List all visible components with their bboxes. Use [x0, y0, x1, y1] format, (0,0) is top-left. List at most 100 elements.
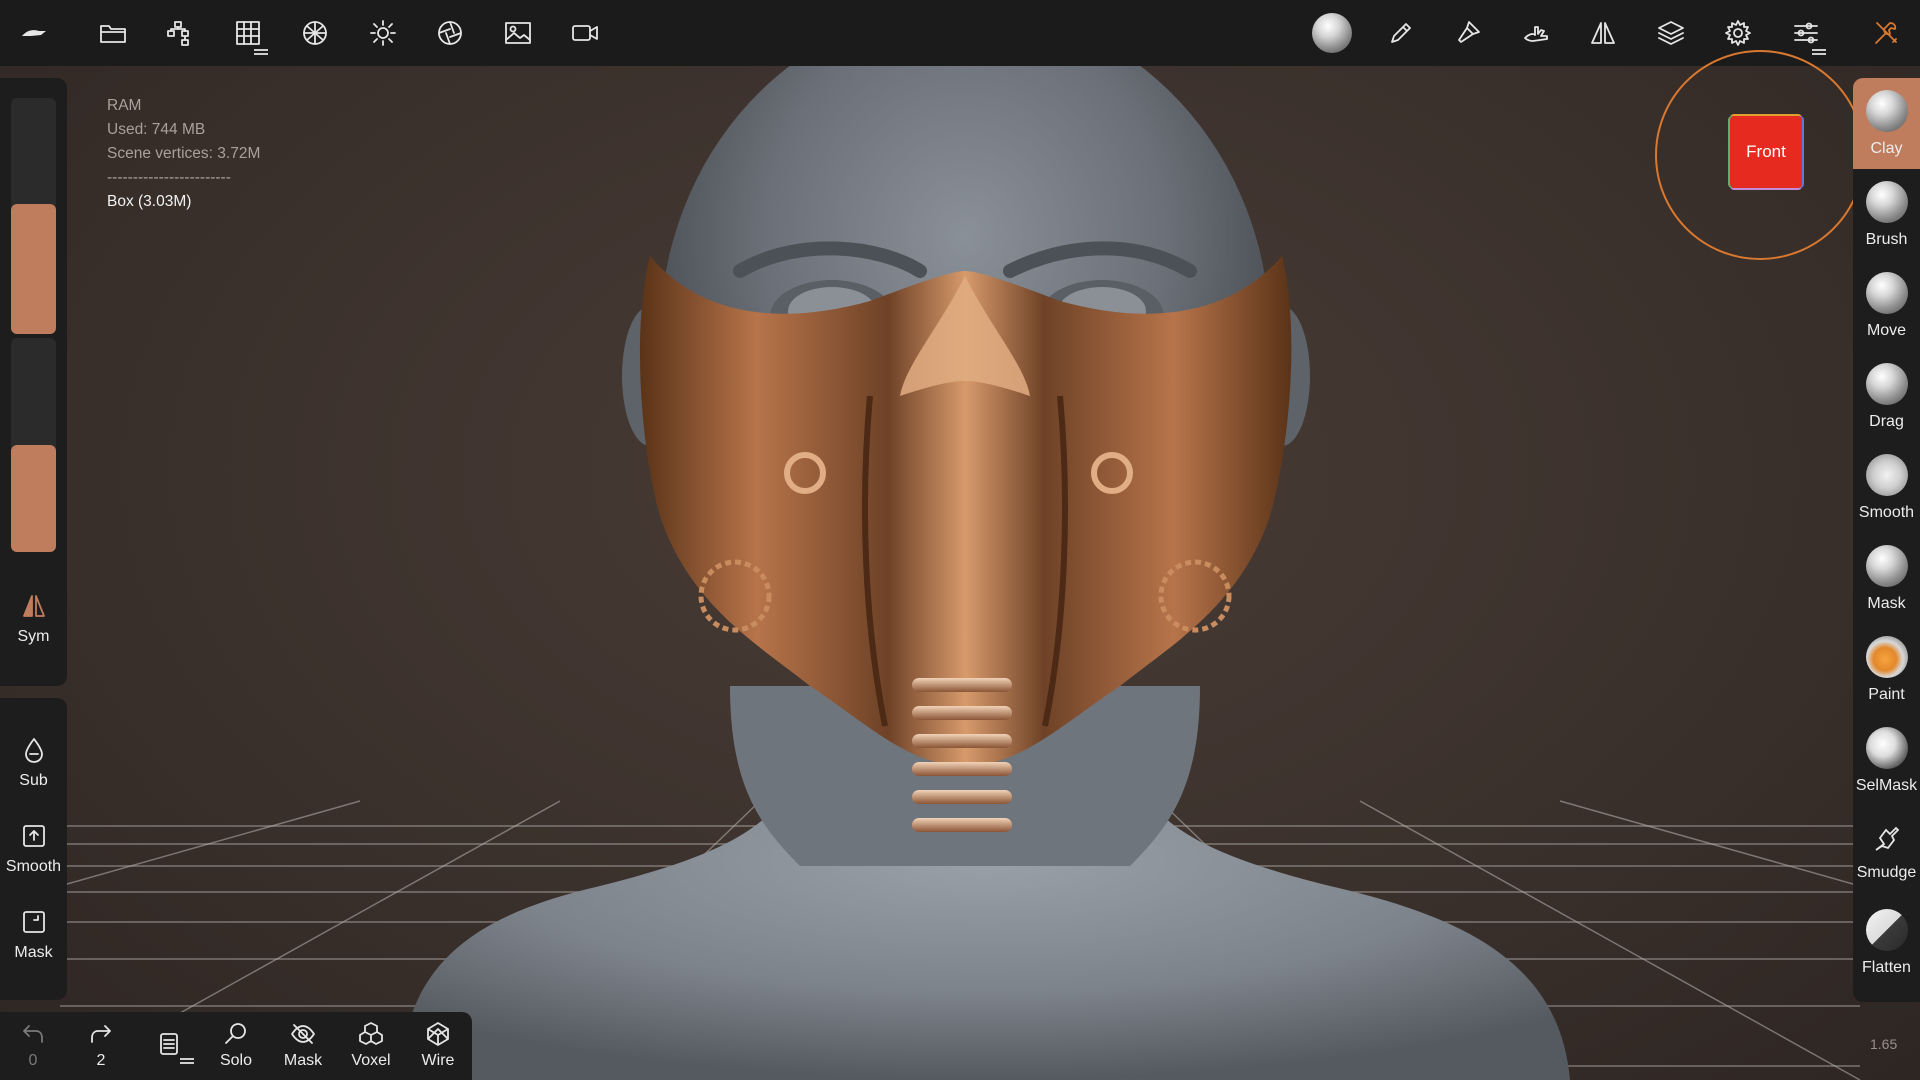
mask-toggle-button[interactable]: Mask — [0, 908, 67, 962]
zoom-readout: 1.65 — [1870, 1036, 1898, 1052]
pencil-stroke-icon[interactable] — [1379, 11, 1423, 55]
painter-icon[interactable] — [1446, 11, 1490, 55]
menu-indicator — [254, 53, 268, 55]
solo-button[interactable]: Solo — [205, 1020, 267, 1070]
wire-button[interactable]: Wire — [407, 1020, 469, 1070]
sliders-icon[interactable] — [1784, 11, 1828, 55]
grid-topology-icon[interactable] — [226, 11, 270, 55]
matcap-sphere-icon[interactable] — [1310, 11, 1354, 55]
symmetry-icon — [22, 595, 45, 617]
right-tool-panel: Clay Brush Move Drag Smooth Mask Paint S… — [1853, 78, 1920, 1002]
tool-smudge[interactable]: Smudge — [1853, 806, 1920, 897]
tool-smooth[interactable]: Smooth — [1853, 442, 1920, 533]
eye-off-icon — [291, 1024, 315, 1044]
camera-shutter-icon[interactable] — [428, 11, 472, 55]
tool-mask[interactable]: Mask — [1853, 533, 1920, 624]
folder-icon[interactable] — [91, 11, 135, 55]
image-icon[interactable] — [496, 11, 540, 55]
tool-flatten[interactable]: Flatten — [1853, 897, 1920, 988]
tool-clay-label: Clay — [1870, 140, 1903, 157]
left-tools-panel: Sub Smooth Mask — [0, 698, 67, 1000]
tool-mask-label: Mask — [1867, 595, 1906, 612]
mask-toggle-label: Mask — [14, 944, 53, 961]
paint-brush-icon — [1865, 636, 1908, 678]
drag-brush-icon — [1865, 363, 1908, 405]
stats-active-object: Box (3.03M) — [107, 193, 192, 210]
undo-icon — [23, 1025, 43, 1043]
tool-paint[interactable]: Paint — [1853, 624, 1920, 715]
voxel-label: Voxel — [351, 1052, 391, 1069]
redo-button[interactable]: 2 — [70, 1020, 132, 1070]
smooth-brush-icon — [1865, 454, 1908, 496]
search-icon — [225, 1023, 246, 1044]
move-brush-icon — [1865, 272, 1908, 314]
front-view-button[interactable]: Front — [1730, 116, 1802, 188]
wire-label: Wire — [421, 1052, 455, 1069]
tool-flatten-label: Flatten — [1862, 959, 1911, 976]
tool-brush[interactable]: Brush — [1853, 169, 1920, 260]
mask-brush-icon — [1865, 545, 1908, 587]
tool-smooth-label: Smooth — [1858, 504, 1915, 521]
voxel-button[interactable]: Voxel — [340, 1020, 402, 1070]
stats-title: RAM — [107, 97, 142, 114]
bottom-toolbar: 0 2 Solo Mask Voxel Wire — [0, 1012, 472, 1080]
hide-mask-label: Mask — [283, 1052, 323, 1069]
scene-render — [59, 66, 1861, 1080]
tools-icon[interactable] — [1864, 11, 1908, 55]
radius-slider-fill — [11, 204, 56, 334]
tool-brush-label: Brush — [1865, 231, 1908, 248]
stats-scene-vertices: Scene vertices: 3.72M — [107, 145, 261, 162]
wireframe-sphere-icon — [427, 1022, 449, 1046]
stats-separator: ------------------------ — [107, 169, 231, 186]
undo-count: 0 — [28, 1052, 38, 1069]
sculpt-viewport[interactable] — [0, 66, 1920, 1080]
cubes-icon — [359, 1022, 383, 1045]
sub-button[interactable]: Sub — [0, 736, 67, 790]
tool-move[interactable]: Move — [1853, 260, 1920, 351]
history-list-icon — [160, 1033, 178, 1055]
sym-label: Sym — [17, 628, 50, 645]
hand-brush-icon[interactable] — [1514, 11, 1558, 55]
sym-button[interactable]: Sym — [0, 592, 67, 646]
tool-clay[interactable]: Clay — [1853, 78, 1920, 169]
tool-smudge-label: Smudge — [1856, 864, 1917, 881]
left-brush-panel: Sym — [0, 78, 67, 686]
redo-count: 2 — [96, 1052, 106, 1069]
history-button[interactable] — [138, 1030, 200, 1064]
material-sphere-icon[interactable] — [293, 11, 337, 55]
intensity-slider[interactable] — [11, 338, 56, 552]
tool-drag-label: Drag — [1869, 413, 1904, 430]
layers-icon[interactable] — [1649, 11, 1693, 55]
light-icon[interactable] — [361, 11, 405, 55]
tool-selmask-label: SelMask — [1855, 777, 1918, 794]
box-up-icon — [22, 825, 45, 847]
box-mask-icon — [22, 911, 45, 933]
stats-ram-used: Used: 744 MB — [107, 121, 206, 138]
smooth-toggle-label: Smooth — [5, 858, 62, 875]
sub-label: Sub — [19, 772, 48, 789]
intensity-slider-fill — [11, 445, 56, 552]
top-toolbar — [0, 0, 1920, 66]
standard-brush-icon — [1865, 181, 1908, 223]
tool-selmask[interactable]: SelMask — [1853, 715, 1920, 806]
undo-button[interactable]: 0 — [2, 1020, 64, 1070]
tool-paint-label: Paint — [1868, 686, 1905, 703]
menu-indicator — [180, 1062, 194, 1064]
nomad-logo-icon[interactable] — [12, 11, 56, 55]
symmetry-icon[interactable] — [1581, 11, 1625, 55]
menu-indicator — [1812, 53, 1826, 55]
settings-icon[interactable] — [1716, 11, 1760, 55]
video-camera-icon[interactable] — [563, 11, 607, 55]
clay-brush-icon — [1865, 90, 1908, 132]
selmask-brush-icon — [1865, 727, 1908, 769]
radius-slider[interactable] — [11, 98, 56, 334]
hide-mask-button[interactable]: Mask — [272, 1020, 334, 1070]
smooth-toggle-button[interactable]: Smooth — [0, 822, 67, 876]
tool-move-label: Move — [1866, 322, 1907, 339]
redo-icon — [91, 1025, 111, 1043]
scene-tree-icon[interactable] — [158, 11, 202, 55]
flatten-brush-icon — [1865, 909, 1908, 951]
tool-drag[interactable]: Drag — [1853, 351, 1920, 442]
solo-label: Solo — [219, 1052, 253, 1069]
stats-overlay: RAM Used: 744 MB Scene vertices: 3.72M -… — [107, 94, 260, 214]
